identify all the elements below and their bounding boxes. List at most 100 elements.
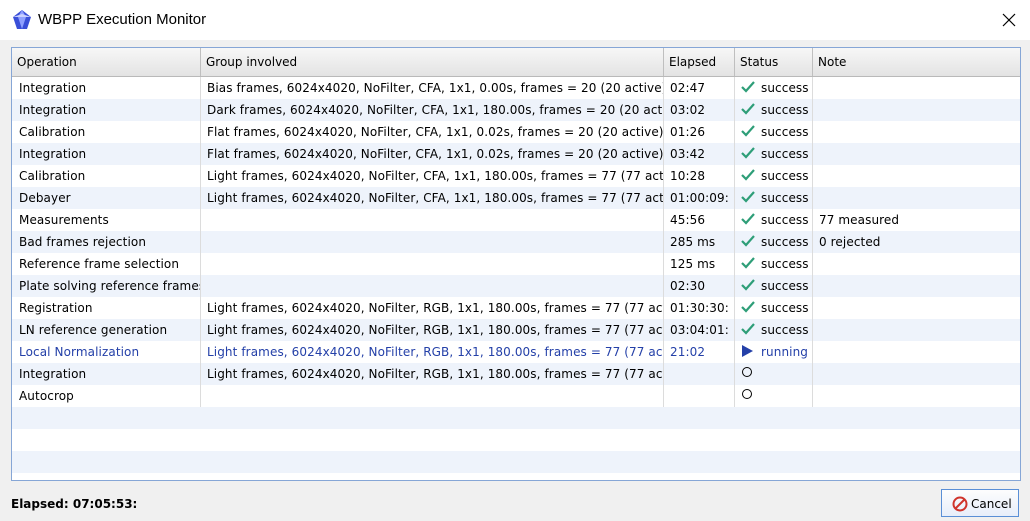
window-title: WBPP Execution Monitor — [38, 11, 207, 28]
cell-status: success — [735, 77, 813, 99]
cell-elapsed: 02:47 — [664, 77, 735, 99]
check-icon — [741, 213, 755, 225]
column-header-elapsed[interactable]: Elapsed — [664, 48, 735, 76]
column-header-status[interactable]: Status — [735, 48, 813, 76]
cell-operation: Calibration — [12, 165, 201, 187]
cell-group — [201, 231, 664, 253]
cell-note — [813, 385, 1020, 407]
cell-group — [201, 407, 664, 429]
cell-elapsed: 03:02 — [664, 99, 735, 121]
cell-operation: Debayer — [12, 187, 201, 209]
table-row[interactable]: LN reference generation Light frames, 602… — [12, 319, 1020, 341]
cell-operation: Local Normalization — [12, 341, 201, 363]
cell-operation: Bad frames rejection — [12, 231, 201, 253]
cell-elapsed — [664, 407, 735, 429]
close-button[interactable] — [996, 8, 1022, 32]
cell-status: success — [735, 319, 813, 341]
table-row[interactable]: Plate solving reference frames 02:30 succe… — [12, 275, 1020, 297]
table-row[interactable]: Calibration Light frames, 6024x4020, NoFi… — [12, 165, 1020, 187]
cell-group: Light frames, 6024x4020, NoFilter, CFA, … — [201, 187, 664, 209]
cell-note — [813, 341, 1020, 363]
cell-status — [735, 407, 813, 429]
check-icon — [741, 279, 755, 291]
column-header-note[interactable]: Note — [813, 48, 1020, 76]
cell-status: success — [735, 121, 813, 143]
cell-status: success — [735, 165, 813, 187]
table-row[interactable]: Bad frames rejection 285 ms success 0 rejec… — [12, 231, 1020, 253]
table-row[interactable]: Local Normalization Light frames, 6024x40… — [12, 341, 1020, 363]
cell-status: running — [735, 341, 813, 363]
cell-operation: Reference frame selection — [12, 253, 201, 275]
cell-elapsed: 01:26 — [664, 121, 735, 143]
cell-note — [813, 99, 1020, 121]
play-icon — [742, 345, 753, 357]
circle-icon — [742, 389, 752, 399]
cell-elapsed — [664, 429, 735, 451]
cell-status: success — [735, 143, 813, 165]
cell-elapsed: 01:00:09: — [664, 187, 735, 209]
cell-group — [201, 275, 664, 297]
table-row[interactable]: Autocrop — [12, 385, 1020, 407]
cell-note — [813, 143, 1020, 165]
check-icon — [741, 191, 755, 203]
column-header-operation[interactable]: Operation — [12, 48, 201, 76]
check-icon — [741, 103, 755, 115]
cell-group — [201, 253, 664, 275]
cell-note — [813, 363, 1020, 385]
cell-elapsed: 10:28 — [664, 165, 735, 187]
circle-icon — [742, 367, 752, 377]
cell-operation: Calibration — [12, 121, 201, 143]
column-header-group[interactable]: Group involved — [201, 48, 664, 76]
cell-operation: Measurements — [12, 209, 201, 231]
cell-group — [201, 209, 664, 231]
cell-status — [735, 363, 813, 385]
table-row[interactable]: Measurements 45:56 success 77 measured — [12, 209, 1020, 231]
status-text: running — [761, 345, 809, 359]
table-row[interactable]: Integration Dark frames, 6024x4020, NoFil… — [12, 99, 1020, 121]
cell-status: success — [735, 209, 813, 231]
table-row[interactable]: Integration Flat frames, 6024x4020, NoFil… — [12, 143, 1020, 165]
table-row[interactable]: Calibration Flat frames, 6024x4020, NoFil… — [12, 121, 1020, 143]
cell-note — [813, 297, 1020, 319]
check-icon — [741, 257, 755, 269]
table-row[interactable]: Integration Bias frames, 6024x4020, NoFil… — [12, 77, 1020, 99]
close-icon — [1002, 13, 1016, 27]
cell-group — [201, 429, 664, 451]
cell-note — [813, 187, 1020, 209]
wbpp-diamond-icon — [13, 10, 31, 29]
check-icon — [741, 169, 755, 181]
cell-status — [735, 385, 813, 407]
status-text: success — [761, 103, 809, 117]
check-icon — [741, 147, 755, 159]
cell-note — [813, 319, 1020, 341]
cell-note — [813, 451, 1020, 473]
cell-operation: Registration — [12, 297, 201, 319]
status-text: success — [761, 301, 809, 315]
cell-elapsed — [664, 363, 735, 385]
table-row[interactable]: Integration Light frames, 6024x4020, NoFi… — [12, 363, 1020, 385]
cell-operation: Integration — [12, 77, 201, 99]
total-elapsed-label: Elapsed: 07:05:53: — [11, 497, 138, 511]
cell-status: success — [735, 297, 813, 319]
table-row[interactable]: Debayer Light frames, 6024x4020, NoFilter… — [12, 187, 1020, 209]
status-text: success — [761, 279, 809, 293]
table-row[interactable]: Reference frame selection 125 ms success — [12, 253, 1020, 275]
cell-elapsed: 03:42 — [664, 143, 735, 165]
cancel-button[interactable]: Cancel — [941, 489, 1019, 517]
cell-status: success — [735, 231, 813, 253]
table-row[interactable]: Registration Light frames, 6024x4020, NoF… — [12, 297, 1020, 319]
check-icon — [741, 323, 755, 335]
cell-elapsed: 01:30:30: — [664, 297, 735, 319]
status-text: success — [761, 213, 809, 227]
cell-operation: Autocrop — [12, 385, 201, 407]
cell-elapsed: 45:56 — [664, 209, 735, 231]
table-row — [12, 407, 1020, 429]
cell-group: Bias frames, 6024x4020, NoFilter, CFA, 1… — [201, 77, 664, 99]
check-icon — [741, 301, 755, 313]
cell-operation — [12, 429, 201, 451]
status-text: success — [761, 147, 809, 161]
cell-status: success — [735, 187, 813, 209]
cell-note — [813, 121, 1020, 143]
check-icon — [741, 235, 755, 247]
cell-elapsed — [664, 451, 735, 473]
